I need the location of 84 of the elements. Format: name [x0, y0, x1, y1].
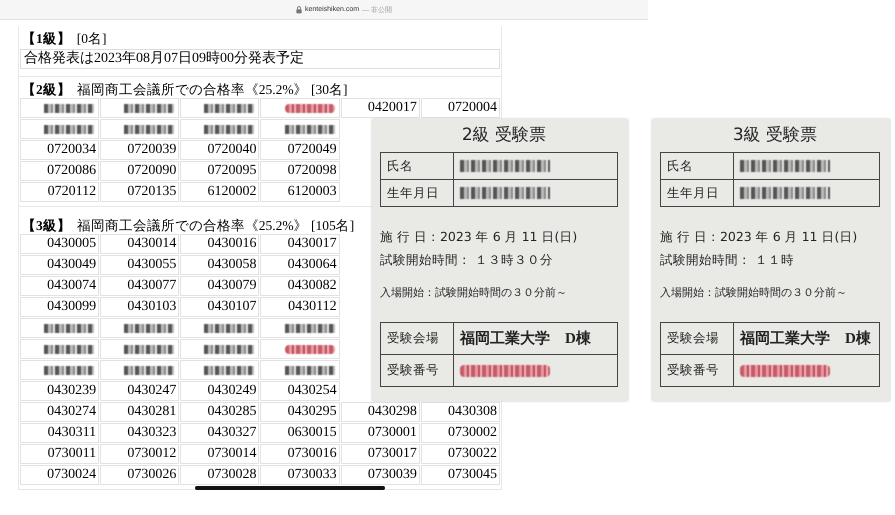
grade-label: 【3級】 [22, 217, 71, 234]
start-time: 試験開始時間： １３時３０分 [380, 252, 554, 269]
field-label: 生年月日 [661, 180, 734, 206]
exam-date: 施 行 日：2023 年 6 月 11 日(日) [380, 229, 578, 246]
table-cell: 0430077 [100, 276, 180, 296]
table-cell: 0730002 [420, 423, 500, 443]
table-cell: 0430254 [260, 381, 340, 401]
field-value: 福岡工業大学 D棟 [458, 329, 591, 348]
table-cell: 0730028 [180, 465, 260, 485]
table-cell: 0430058 [180, 255, 260, 275]
table-cell: 0430327 [180, 423, 260, 443]
table-cell: 0730011 [20, 444, 100, 464]
table-cell: 0430014 [100, 234, 180, 254]
table-cell: 0430323 [100, 423, 180, 443]
table-cell: 0430017 [260, 234, 340, 254]
table-cell: 0720034 [20, 140, 100, 160]
field-value: 福岡工業大学 D棟 [738, 329, 871, 348]
table-cell: 0720095 [180, 161, 260, 181]
table-cell: 0630015 [260, 423, 340, 443]
table-cell: 6120002 [180, 182, 260, 202]
table-cell: 0420017 [340, 98, 420, 118]
table-cell: 0430295 [260, 402, 340, 422]
table-cell: 0430082 [260, 276, 340, 296]
table-cell: 0720049 [260, 140, 340, 160]
table-cell: 0720135 [100, 182, 180, 202]
field-label: 氏名 [661, 153, 734, 179]
table-cell: 0720039 [100, 140, 180, 160]
table-cell: 0730014 [180, 444, 260, 464]
table-cell: 0430049 [20, 255, 100, 275]
table-cell: 0720112 [20, 182, 100, 202]
table-cell: 0430249 [180, 381, 260, 401]
table-cell: 0430079 [180, 276, 260, 296]
table-cell: 0720004 [420, 98, 500, 118]
table-cell: 0720098 [260, 161, 340, 181]
table-cell: 0730026 [100, 465, 180, 485]
table-cell: 0720040 [180, 140, 260, 160]
table-cell: 0730016 [260, 444, 340, 464]
table-cell: 0430005 [20, 234, 100, 254]
table-cell: 6120003 [260, 182, 340, 202]
entry-time: 入場開始：試験開始時間の３０分前～ [380, 285, 568, 300]
table-cell: 0430055 [100, 255, 180, 275]
entry-time: 入場開始：試験開始時間の３０分前～ [660, 285, 848, 300]
field-label: 氏名 [381, 153, 454, 179]
table-cell: 0430016 [180, 234, 260, 254]
table-cell: 0730012 [100, 444, 180, 464]
field-label: 生年月日 [381, 180, 454, 206]
ticket-title: 2級 受験票 [462, 124, 546, 147]
table-cell: 0730024 [20, 465, 100, 485]
table-cell: 0730039 [340, 465, 420, 485]
table-cell: 0430298 [340, 402, 420, 422]
table-cell: 0430103 [100, 297, 180, 317]
lock-icon [296, 6, 302, 14]
section-summary: 福岡商工会議所での合格率《25.2%》 [105名] [76, 217, 354, 234]
table-cell: 0430112 [260, 297, 340, 317]
table-cell: 0730017 [340, 444, 420, 464]
table-cell: 0730022 [420, 444, 500, 464]
exam-date: 施 行 日：2023 年 6 月 11 日(日) [660, 229, 858, 246]
table-cell: 0430247 [100, 381, 180, 401]
table-cell: 0430285 [180, 402, 260, 422]
table-cell: 0430064 [260, 255, 340, 275]
table-cell: 0730045 [420, 465, 500, 485]
table-cell: 0430074 [20, 276, 100, 296]
field-label: 受験番号 [381, 355, 454, 386]
field-label: 受験番号 [661, 355, 734, 386]
announcement-text: 合格発表は2023年08月07日09時00分発表予定 [20, 49, 500, 69]
table-cell: 0430311 [20, 423, 100, 443]
table-cell: 0730001 [340, 423, 420, 443]
table-cell: 0430274 [20, 402, 100, 422]
table-cell: 0430107 [180, 297, 260, 317]
field-label: 受験会場 [381, 323, 454, 354]
table-cell: 0720090 [100, 161, 180, 181]
ticket-title: 3級 受験票 [732, 124, 818, 147]
table-cell: 0430281 [100, 402, 180, 422]
table-cell: 0720086 [20, 161, 100, 181]
table-cell: 0430308 [420, 402, 500, 422]
grade-label: 【1級】 [22, 30, 71, 47]
grade-label: 【2級】 [22, 81, 71, 98]
table-cell: 0730033 [260, 465, 340, 485]
table-cell: 0430099 [20, 297, 100, 317]
section-summary: [0名] [76, 30, 106, 47]
section-summary: 福岡商工会議所での合格率《25.2%》 [30名] [76, 81, 348, 98]
field-label: 受験会場 [661, 323, 734, 354]
table-cell: 0430239 [20, 381, 100, 401]
start-time: 試験開始時間： １１時 [660, 252, 795, 269]
